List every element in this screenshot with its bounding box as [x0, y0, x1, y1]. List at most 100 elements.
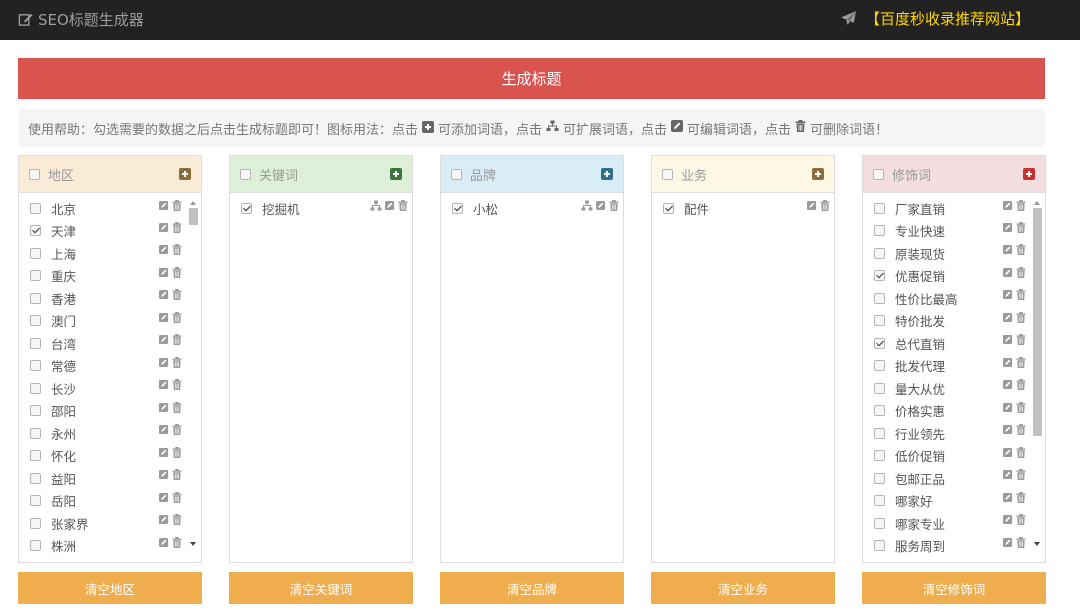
scroll-up-arrow[interactable] [190, 201, 196, 205]
trash-icon[interactable] [172, 424, 182, 435]
word-checkbox[interactable] [874, 450, 885, 462]
word-checkbox[interactable] [30, 517, 41, 529]
word-checkbox[interactable] [30, 427, 41, 439]
trash-icon[interactable] [172, 491, 182, 503]
edit-icon[interactable] [159, 379, 169, 390]
edit-icon[interactable] [1003, 334, 1013, 345]
edit-icon[interactable] [159, 447, 169, 458]
trash-icon[interactable] [172, 356, 182, 368]
word-checkbox[interactable] [30, 225, 41, 237]
trash-icon[interactable] [1016, 289, 1026, 300]
trash-icon[interactable] [172, 401, 182, 413]
trash-icon[interactable] [1016, 469, 1026, 480]
edit-icon[interactable] [807, 200, 817, 211]
trash-icon[interactable] [172, 469, 182, 480]
sitemap-icon[interactable] [370, 200, 382, 211]
add-word-icon[interactable] [390, 168, 402, 180]
edit-icon[interactable] [1003, 312, 1013, 323]
edit-icon[interactable] [1003, 469, 1013, 480]
trash-icon[interactable] [1016, 266, 1026, 278]
scrollbar[interactable] [1032, 198, 1043, 558]
scroll-down-arrow[interactable] [1034, 542, 1040, 546]
select-all-checkbox[interactable] [662, 168, 673, 180]
word-checkbox[interactable] [30, 270, 41, 282]
select-all-checkbox[interactable] [873, 168, 884, 180]
word-checkbox[interactable] [30, 247, 41, 259]
word-checkbox[interactable] [874, 337, 885, 349]
edit-icon[interactable] [1003, 537, 1013, 548]
edit-icon[interactable] [159, 289, 169, 300]
edit-icon[interactable] [159, 514, 169, 525]
edit-icon[interactable] [1003, 244, 1013, 255]
word-checkbox[interactable] [30, 337, 41, 349]
word-checkbox[interactable] [663, 202, 674, 214]
word-checkbox[interactable] [874, 495, 885, 507]
trash-icon[interactable] [1016, 221, 1026, 233]
word-checkbox[interactable] [874, 405, 885, 417]
clear-keyword-button[interactable]: 清空关键词 [229, 572, 413, 604]
word-checkbox[interactable] [30, 315, 41, 327]
edit-icon[interactable] [1003, 222, 1013, 233]
word-checkbox[interactable] [874, 517, 885, 529]
trash-icon[interactable] [609, 200, 619, 211]
word-checkbox[interactable] [874, 202, 885, 214]
word-checkbox[interactable] [874, 247, 885, 259]
trash-icon[interactable] [172, 379, 182, 390]
edit-icon[interactable] [1003, 424, 1013, 435]
word-checkbox[interactable] [874, 540, 885, 552]
edit-icon[interactable] [159, 537, 169, 548]
edit-icon[interactable] [1003, 267, 1013, 278]
edit-icon[interactable] [159, 402, 169, 413]
trash-icon[interactable] [172, 334, 182, 345]
select-all-checkbox[interactable] [240, 168, 251, 180]
word-checkbox[interactable] [30, 360, 41, 372]
edit-icon[interactable] [596, 200, 606, 211]
scroll-thumb[interactable] [1033, 208, 1042, 436]
word-checkbox[interactable] [241, 202, 252, 214]
edit-icon[interactable] [1003, 357, 1013, 368]
edit-icon[interactable] [159, 200, 169, 211]
trash-icon[interactable] [1016, 244, 1026, 255]
scroll-up-arrow[interactable] [1034, 201, 1040, 205]
trash-icon[interactable] [172, 289, 182, 300]
edit-icon[interactable] [159, 424, 169, 435]
app-brand-link[interactable]: SEO标题生成器 [18, 9, 144, 30]
trash-icon[interactable] [172, 536, 182, 548]
trash-icon[interactable] [1016, 446, 1026, 458]
scrollbar[interactable] [188, 198, 199, 558]
word-checkbox[interactable] [30, 495, 41, 507]
promo-link[interactable]: 【百度秒收录推荐网站】 [840, 8, 1030, 29]
sitemap-icon[interactable] [581, 200, 593, 211]
word-checkbox[interactable] [30, 540, 41, 552]
word-checkbox[interactable] [874, 270, 885, 282]
scroll-thumb[interactable] [189, 208, 198, 225]
brand-word-list[interactable]: 小松 [441, 197, 623, 562]
edit-icon[interactable] [159, 267, 169, 278]
edit-icon[interactable] [1003, 402, 1013, 413]
word-checkbox[interactable] [30, 292, 41, 304]
word-checkbox[interactable] [874, 315, 885, 327]
edit-icon[interactable] [159, 222, 169, 233]
trash-icon[interactable] [172, 446, 182, 458]
keyword-word-list[interactable]: 挖掘机 [230, 197, 412, 562]
edit-icon[interactable] [159, 469, 169, 480]
trash-icon[interactable] [398, 200, 408, 211]
edit-icon[interactable] [385, 200, 395, 211]
trash-icon[interactable] [1016, 334, 1026, 345]
trash-icon[interactable] [172, 266, 182, 278]
edit-icon[interactable] [159, 334, 169, 345]
trash-icon[interactable] [1016, 311, 1026, 323]
word-checkbox[interactable] [874, 292, 885, 304]
add-word-icon[interactable] [1023, 168, 1035, 180]
word-checkbox[interactable] [874, 427, 885, 439]
trash-icon[interactable] [172, 200, 182, 211]
modifier-word-list[interactable]: 厂家直销 专业快速 原装现货 优惠促销 性价比最高 特价批发 总代直销 批发代理 量大从优 价格实… [863, 197, 1045, 562]
word-checkbox[interactable] [874, 472, 885, 484]
word-checkbox[interactable] [30, 450, 41, 462]
clear-region-button[interactable]: 清空地区 [18, 572, 202, 604]
trash-icon[interactable] [1016, 379, 1026, 390]
clear-brand-button[interactable]: 清空品牌 [440, 572, 624, 604]
trash-icon[interactable] [1016, 536, 1026, 548]
business-word-list[interactable]: 配件 [652, 197, 834, 562]
word-checkbox[interactable] [30, 202, 41, 214]
